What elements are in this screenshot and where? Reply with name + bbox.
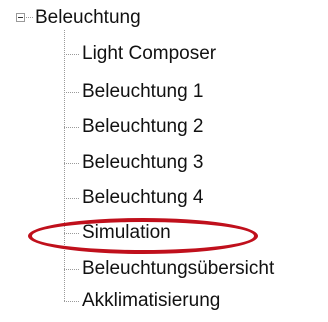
tree-item-label: Beleuchtung 3 <box>82 152 204 173</box>
tree-item-akklimatisierung[interactable]: Akklimatisierung <box>64 289 328 313</box>
tree-connector <box>64 163 79 164</box>
tree-item-beleuchtung-4[interactable]: Beleuchtung 4 <box>64 186 328 210</box>
tree-item-label: Beleuchtung 4 <box>82 187 204 208</box>
tree-connector <box>64 127 79 128</box>
tree-item-beleuchtungsuebersicht[interactable]: Beleuchtungsübersicht <box>64 257 328 281</box>
tree-connector <box>64 233 79 234</box>
tree-connector <box>26 17 33 18</box>
tree-item-beleuchtung-2[interactable]: Beleuchtung 2 <box>64 115 328 139</box>
tree-item-beleuchtung-3[interactable]: Beleuchtung 3 <box>64 151 328 175</box>
tree-connector <box>64 54 79 55</box>
tree-item-label: Beleuchtung 2 <box>82 116 204 137</box>
tree-item-simulation[interactable]: Simulation <box>64 221 328 245</box>
navigation-tree: Beleuchtung Light Composer Beleuchtung 1… <box>0 0 328 322</box>
tree-item-label: Beleuchtung 1 <box>82 81 204 102</box>
tree-connector <box>64 92 79 93</box>
tree-item-label: Beleuchtungsübersicht <box>82 258 275 279</box>
tree-connector <box>64 198 79 199</box>
tree-node-beleuchtung[interactable]: Beleuchtung <box>35 6 141 30</box>
collapse-icon[interactable] <box>16 13 25 22</box>
tree-item-label: Simulation <box>82 222 171 243</box>
tree-item-beleuchtung-1[interactable]: Beleuchtung 1 <box>64 80 328 104</box>
tree-item-light-composer[interactable]: Light Composer <box>64 42 328 66</box>
tree-item-label: Akklimatisierung <box>82 290 221 311</box>
tree-connector <box>64 269 79 270</box>
tree-item-label: Light Composer <box>82 43 217 64</box>
tree-connector <box>64 301 79 302</box>
